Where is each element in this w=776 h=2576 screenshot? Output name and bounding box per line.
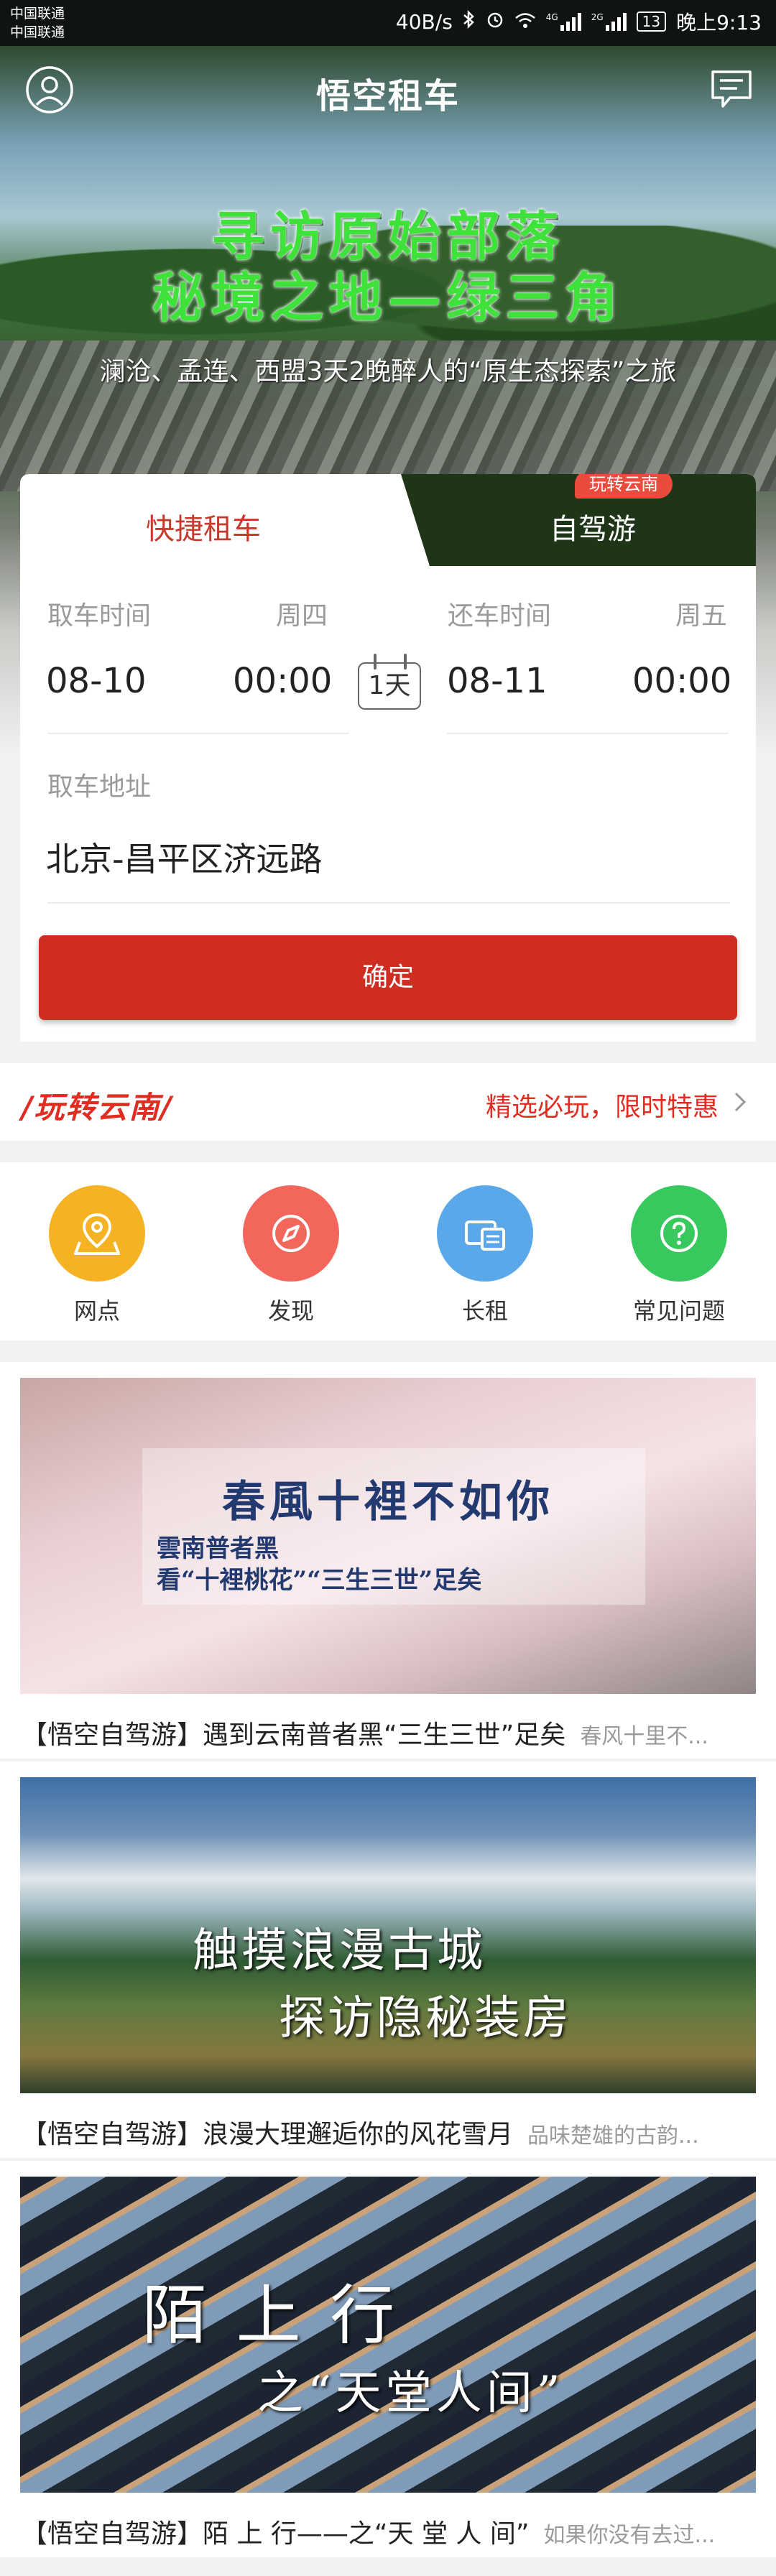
return-time-label: 还车时间 [448,601,552,631]
signal-4g-label: 4G [545,12,558,22]
discover-icon-circle [243,1185,339,1282]
booking-card: 自驾游 快捷租车 玩转云南 取车时间 周四 08-10 00:00 1天 还车时… [20,474,756,1042]
pickup-date: 08-10 [46,661,147,701]
article-caption: 【悟空自驾游】遇到云南普者黑“三生三世”足矣 春风十里不... [22,1714,762,1751]
battery-indicator: 13 [636,11,667,32]
signal-2g-icon: 2G [591,12,627,31]
rental-days: 1天 [368,671,411,700]
divider [447,733,729,734]
quick-entry-grid: 网点 发现 长租 常见问题 [0,1162,776,1340]
outlets-icon-circle [49,1185,145,1282]
promo-logo: /玩转云南/ [22,1090,173,1125]
network-speed: 40B/s [395,9,453,34]
clock: 晚上9:13 [676,11,762,34]
app-title: 悟空租车 [315,76,460,116]
divider [47,733,349,734]
article-subtitle: 品味楚雄的古韵... [527,2123,699,2149]
signal-4g-icon: 4G [546,12,581,31]
app-header: 悟空租车 [0,46,776,138]
banner-subtitle: 澜沧、孟连、西盟3天2晚醉人的“原生态探索”之旅 [99,357,677,386]
quick-entry-label: 网点 [73,1297,120,1325]
pickup-time-label: 取车时间 [47,601,152,631]
article-image-text: 春風十裡不如你 [222,1477,554,1527]
map-pin-icon [74,1213,120,1255]
status-bar: 中国联通 中国联通 40B/s 4G 2G 13 晚上9:13 [0,0,776,46]
article-title: 【悟空自驾游】陌 上 行——之“天 堂 人 间” [22,2519,530,2549]
alarm-icon [486,10,504,34]
promo-text: 精选必玩，限时特惠 [485,1093,719,1122]
article-image: 陌 上 行 之“天堂人间” [20,2177,756,2493]
quick-entry-label: 常见问题 [632,1297,725,1325]
article-card[interactable]: 陌 上 行 之“天堂人间” 【悟空自驾游】陌 上 行——之“天 堂 人 间” 如果… [0,2161,776,2557]
article-image: 春風十裡不如你 雲南普者黑 看“十裡桃花”“三生三世”足矣 [20,1378,756,1694]
wifi-icon [514,10,536,34]
article-image-text: 陌 上 行 [142,2278,399,2353]
app-page: 中国联通 中国联通 40B/s 4G 2G 13 晚上9:13 悟空租车 寻访原… [0,0,776,2576]
rental-days-badge: 1天 [358,654,421,710]
quick-entry-faq[interactable]: 常见问题 [582,1185,776,1326]
faq-icon-circle [631,1185,727,1282]
pickup-address-label: 取车地址 [47,772,152,802]
return-date: 08-11 [447,661,548,701]
banner-headline-2: 秘境之地—绿三角 [152,267,624,329]
pickup-weekday: 周四 [276,601,328,631]
article-caption: 【悟空自驾游】陌 上 行——之“天 堂 人 间” 如果你没有去过... [22,2513,762,2550]
calendar-card-icon [465,1220,505,1251]
signal-2g-label: 2G [591,12,604,22]
article-image-text: 触摸浪漫古城 [193,1924,486,1978]
carrier-1: 中国联通 [10,6,65,22]
promo-banner[interactable]: /玩转云南/ 精选必玩，限时特惠 [0,1063,776,1141]
article-title: 【悟空自驾游】浪漫大理邂逅你的风花雪月 [22,2120,514,2149]
return-time: 00:00 [632,661,732,701]
article-image: 触摸浪漫古城 探访隐秘装房 [20,1777,756,2093]
quick-entry-long-rent[interactable]: 长租 [388,1185,582,1326]
confirm-button[interactable]: 确定 [39,935,737,1020]
return-weekday: 周五 [675,601,728,631]
long-rent-icon-circle [437,1185,533,1282]
pickup-address-value: 北京-昌平区济远路 [46,840,323,879]
carrier-info: 中国联通 中国联通 [10,4,65,42]
pickup-time: 00:00 [233,661,333,701]
article-subtitle: 如果你没有去过... [543,2523,716,2548]
chevron-right-icon [734,1092,747,1112]
article-title: 【悟空自驾游】遇到云南普者黑“三生三世”足矣 [22,1720,566,1750]
question-icon [660,1215,698,1252]
tab-self-drive-label: 自驾游 [550,513,636,546]
article-image-text: 探访隐秘装房 [279,1992,572,2045]
article-card[interactable]: 触摸浪漫古城 探访隐秘装房 【悟空自驾游】浪漫大理邂逅你的风花雪月 品味楚雄的古韵… [0,1761,776,2158]
tab-self-drive-badge: 玩转云南 [575,474,673,499]
message-icon [711,70,752,108]
divider [47,902,730,904]
article-image-text: 雲南普者黑 [157,1534,279,1563]
message-button[interactable] [708,68,754,111]
tab-quick-rental-label: 快捷租车 [146,513,261,546]
article-card[interactable]: 春風十裡不如你 雲南普者黑 看“十裡桃花”“三生三世”足矣 【悟空自驾游】遇到云… [0,1362,776,1759]
bluetooth-icon [463,9,476,34]
quick-entry-label: 长租 [461,1297,508,1325]
article-image-text: 之“天堂人间” [257,2367,565,2420]
article-subtitle: 春风十里不... [580,1724,708,1749]
status-indicators: 40B/s 4G 2G 13 晚上9:13 [396,7,762,36]
compass-icon [272,1215,310,1252]
quick-entry-label: 发现 [267,1297,314,1325]
quick-entry-discover[interactable]: 发现 [194,1185,388,1326]
article-image-text: 看“十裡桃花”“三生三世”足矣 [157,1566,482,1595]
booking-tabs: 自驾游 快捷租车 玩转云南 [20,474,756,566]
carrier-2: 中国联通 [10,24,65,40]
quick-entry-outlets[interactable]: 网点 [0,1185,194,1326]
article-caption: 【悟空自驾游】浪漫大理邂逅你的风花雪月 品味楚雄的古韵... [22,2113,762,2151]
tab-quick-rental[interactable]: 快捷租车 [20,474,430,566]
